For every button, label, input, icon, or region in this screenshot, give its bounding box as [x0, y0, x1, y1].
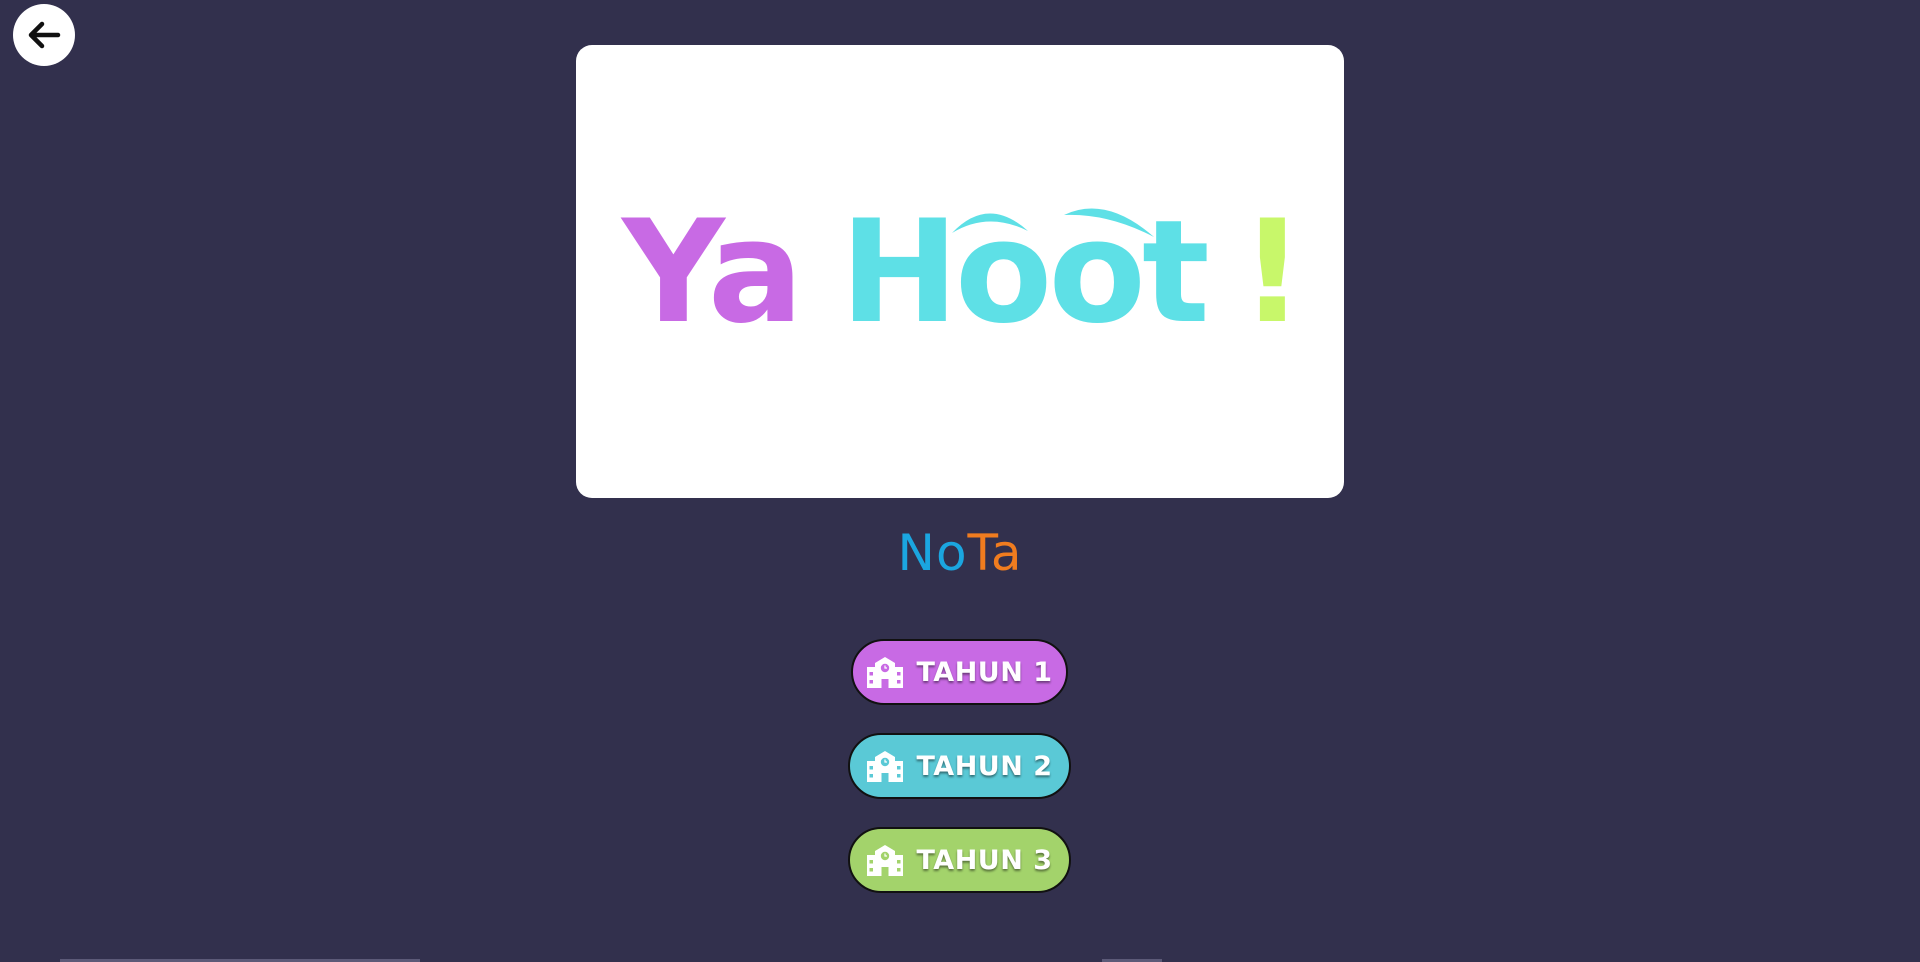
yahoot-logo: Ya Hoot ! — [620, 190, 1305, 355]
logo-text-ya: Ya — [620, 190, 800, 355]
year-1-button[interactable]: TAHUN 1 — [851, 639, 1068, 705]
arrow-left-icon — [28, 21, 61, 49]
logo-text-hoot: Hoot — [840, 190, 1207, 355]
back-button[interactable] — [13, 4, 75, 66]
year-2-button[interactable]: TAHUN 2 — [848, 733, 1071, 799]
school-building-icon — [866, 843, 904, 877]
brand-name-part2: Ta — [967, 524, 1023, 582]
page: Ya Hoot ! NoTa TAHUN 1 TAHUN 2 TAHUN 3 — [0, 0, 1920, 962]
year-3-button[interactable]: TAHUN 3 — [848, 827, 1071, 893]
school-building-icon — [866, 749, 904, 783]
logo-card: Ya Hoot ! — [576, 45, 1344, 498]
brand-name-part1: No — [897, 524, 968, 582]
year-1-label: TAHUN 1 — [916, 656, 1053, 688]
brand-name: NoTa — [0, 520, 1920, 586]
year-3-label: TAHUN 3 — [916, 844, 1053, 876]
school-building-icon — [866, 655, 904, 689]
year-2-label: TAHUN 2 — [916, 750, 1053, 782]
logo-text-exclaim: ! — [1240, 190, 1305, 355]
